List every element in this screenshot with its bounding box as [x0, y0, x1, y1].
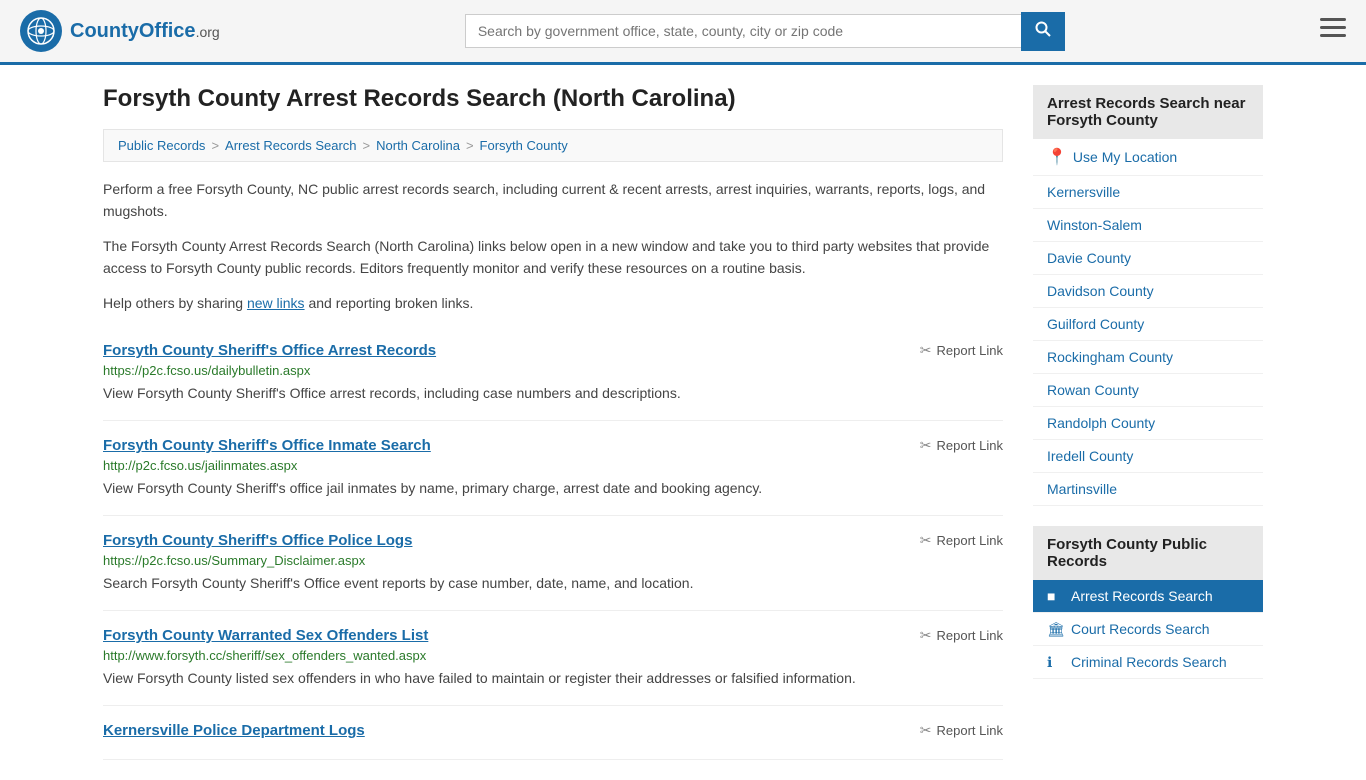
- resources-list: Forsyth County Sheriff's Office Arrest R…: [103, 326, 1003, 760]
- report-link-1[interactable]: ✂ Report Link: [920, 342, 1003, 359]
- resource-title-3[interactable]: Forsyth County Sheriff's Office Police L…: [103, 532, 412, 549]
- resource-desc-4: View Forsyth County listed sex offenders…: [103, 668, 1003, 689]
- sidebar-link-davidson[interactable]: Davidson County: [1033, 275, 1263, 308]
- new-links-link[interactable]: new links: [247, 295, 305, 311]
- breadcrumb-item-arrest-records[interactable]: Arrest Records Search: [225, 138, 357, 153]
- sidebar-link-randolph[interactable]: Randolph County: [1033, 407, 1263, 440]
- logo-icon: [20, 10, 62, 52]
- sidebar-criminal-records-link[interactable]: ℹ Criminal Records Search: [1033, 646, 1263, 679]
- court-records-icon: 🏛: [1047, 621, 1063, 637]
- sidebar-nearby-section: Arrest Records Search near Forsyth Count…: [1033, 85, 1263, 506]
- resource-item-4: Forsyth County Warranted Sex Offenders L…: [103, 611, 1003, 706]
- page-title: Forsyth County Arrest Records Search (No…: [103, 85, 1003, 113]
- description-3: Help others by sharing new links and rep…: [103, 292, 1003, 314]
- description-1: Perform a free Forsyth County, NC public…: [103, 178, 1003, 223]
- resource-title-1[interactable]: Forsyth County Sheriff's Office Arrest R…: [103, 342, 436, 359]
- sidebar: Arrest Records Search near Forsyth Count…: [1033, 85, 1263, 760]
- sidebar-link-rowan[interactable]: Rowan County: [1033, 374, 1263, 407]
- logo-area: CountyOffice.org: [20, 10, 220, 52]
- description-2: The Forsyth County Arrest Records Search…: [103, 235, 1003, 280]
- sidebar-link-martinsville[interactable]: Martinsville: [1033, 473, 1263, 506]
- breadcrumb-item-county[interactable]: Forsyth County: [480, 138, 568, 153]
- sidebar-link-iredell[interactable]: Iredell County: [1033, 440, 1263, 473]
- main-container: Forsyth County Arrest Records Search (No…: [83, 65, 1283, 780]
- breadcrumb-item-public-records[interactable]: Public Records: [118, 138, 205, 153]
- resource-title-5[interactable]: Kernersville Police Department Logs: [103, 722, 365, 739]
- sidebar-link-rockingham[interactable]: Rockingham County: [1033, 341, 1263, 374]
- breadcrumb-sep-3: >: [466, 138, 474, 153]
- search-input[interactable]: [465, 14, 1021, 48]
- sidebar-arrest-records-link[interactable]: ■ Arrest Records Search: [1033, 580, 1263, 613]
- breadcrumb-sep-2: >: [363, 138, 371, 153]
- resource-desc-1: View Forsyth County Sheriff's Office arr…: [103, 383, 1003, 404]
- sidebar-public-records-section: Forsyth County Public Records ■ Arrest R…: [1033, 526, 1263, 679]
- report-icon-5: ✂: [920, 722, 932, 739]
- search-area: [465, 12, 1065, 51]
- report-link-4[interactable]: ✂ Report Link: [920, 627, 1003, 644]
- resource-item-1: Forsyth County Sheriff's Office Arrest R…: [103, 326, 1003, 421]
- report-icon-2: ✂: [920, 437, 932, 454]
- resource-url-3: https://p2c.fcso.us/Summary_Disclaimer.a…: [103, 553, 1003, 568]
- resource-url-1: https://p2c.fcso.us/dailybulletin.aspx: [103, 363, 1003, 378]
- sidebar-court-records-link[interactable]: 🏛 Court Records Search: [1033, 613, 1263, 646]
- criminal-records-icon: ℹ: [1047, 654, 1063, 670]
- sidebar-link-guilford[interactable]: Guilford County: [1033, 308, 1263, 341]
- page-header: CountyOffice.org: [0, 0, 1366, 65]
- sidebar-public-records-title: Forsyth County Public Records: [1033, 526, 1263, 580]
- search-button[interactable]: [1021, 12, 1065, 51]
- breadcrumb: Public Records > Arrest Records Search >…: [103, 129, 1003, 162]
- report-link-5[interactable]: ✂ Report Link: [920, 722, 1003, 739]
- resource-item-2: Forsyth County Sheriff's Office Inmate S…: [103, 421, 1003, 516]
- arrest-records-icon: ■: [1047, 588, 1063, 604]
- report-link-3[interactable]: ✂ Report Link: [920, 532, 1003, 549]
- resource-url-4: http://www.forsyth.cc/sheriff/sex_offend…: [103, 648, 1003, 663]
- resource-url-2: http://p2c.fcso.us/jailinmates.aspx: [103, 458, 1003, 473]
- resource-desc-3: Search Forsyth County Sheriff's Office e…: [103, 573, 1003, 594]
- sidebar-nearby-title: Arrest Records Search near Forsyth Count…: [1033, 85, 1263, 139]
- menu-icon[interactable]: [1320, 18, 1346, 44]
- report-icon-4: ✂: [920, 627, 932, 644]
- logo-text: CountyOffice.org: [70, 20, 220, 43]
- resource-desc-2: View Forsyth County Sheriff's office jai…: [103, 478, 1003, 499]
- main-content: Forsyth County Arrest Records Search (No…: [103, 85, 1003, 760]
- sidebar-link-winston-salem[interactable]: Winston-Salem: [1033, 209, 1263, 242]
- resource-title-4[interactable]: Forsyth County Warranted Sex Offenders L…: [103, 627, 428, 644]
- use-my-location-link[interactable]: 📍 Use My Location: [1033, 139, 1263, 176]
- report-link-2[interactable]: ✂ Report Link: [920, 437, 1003, 454]
- report-icon-3: ✂: [920, 532, 932, 549]
- resource-item-5: Kernersville Police Department Logs ✂ Re…: [103, 706, 1003, 760]
- sidebar-link-kernersville[interactable]: Kernersville: [1033, 176, 1263, 209]
- breadcrumb-sep-1: >: [211, 138, 219, 153]
- resource-title-2[interactable]: Forsyth County Sheriff's Office Inmate S…: [103, 437, 431, 454]
- report-icon-1: ✂: [920, 342, 932, 359]
- location-pin-icon: 📍: [1047, 147, 1067, 167]
- sidebar-link-davie[interactable]: Davie County: [1033, 242, 1263, 275]
- breadcrumb-item-state[interactable]: North Carolina: [376, 138, 460, 153]
- resource-item-3: Forsyth County Sheriff's Office Police L…: [103, 516, 1003, 611]
